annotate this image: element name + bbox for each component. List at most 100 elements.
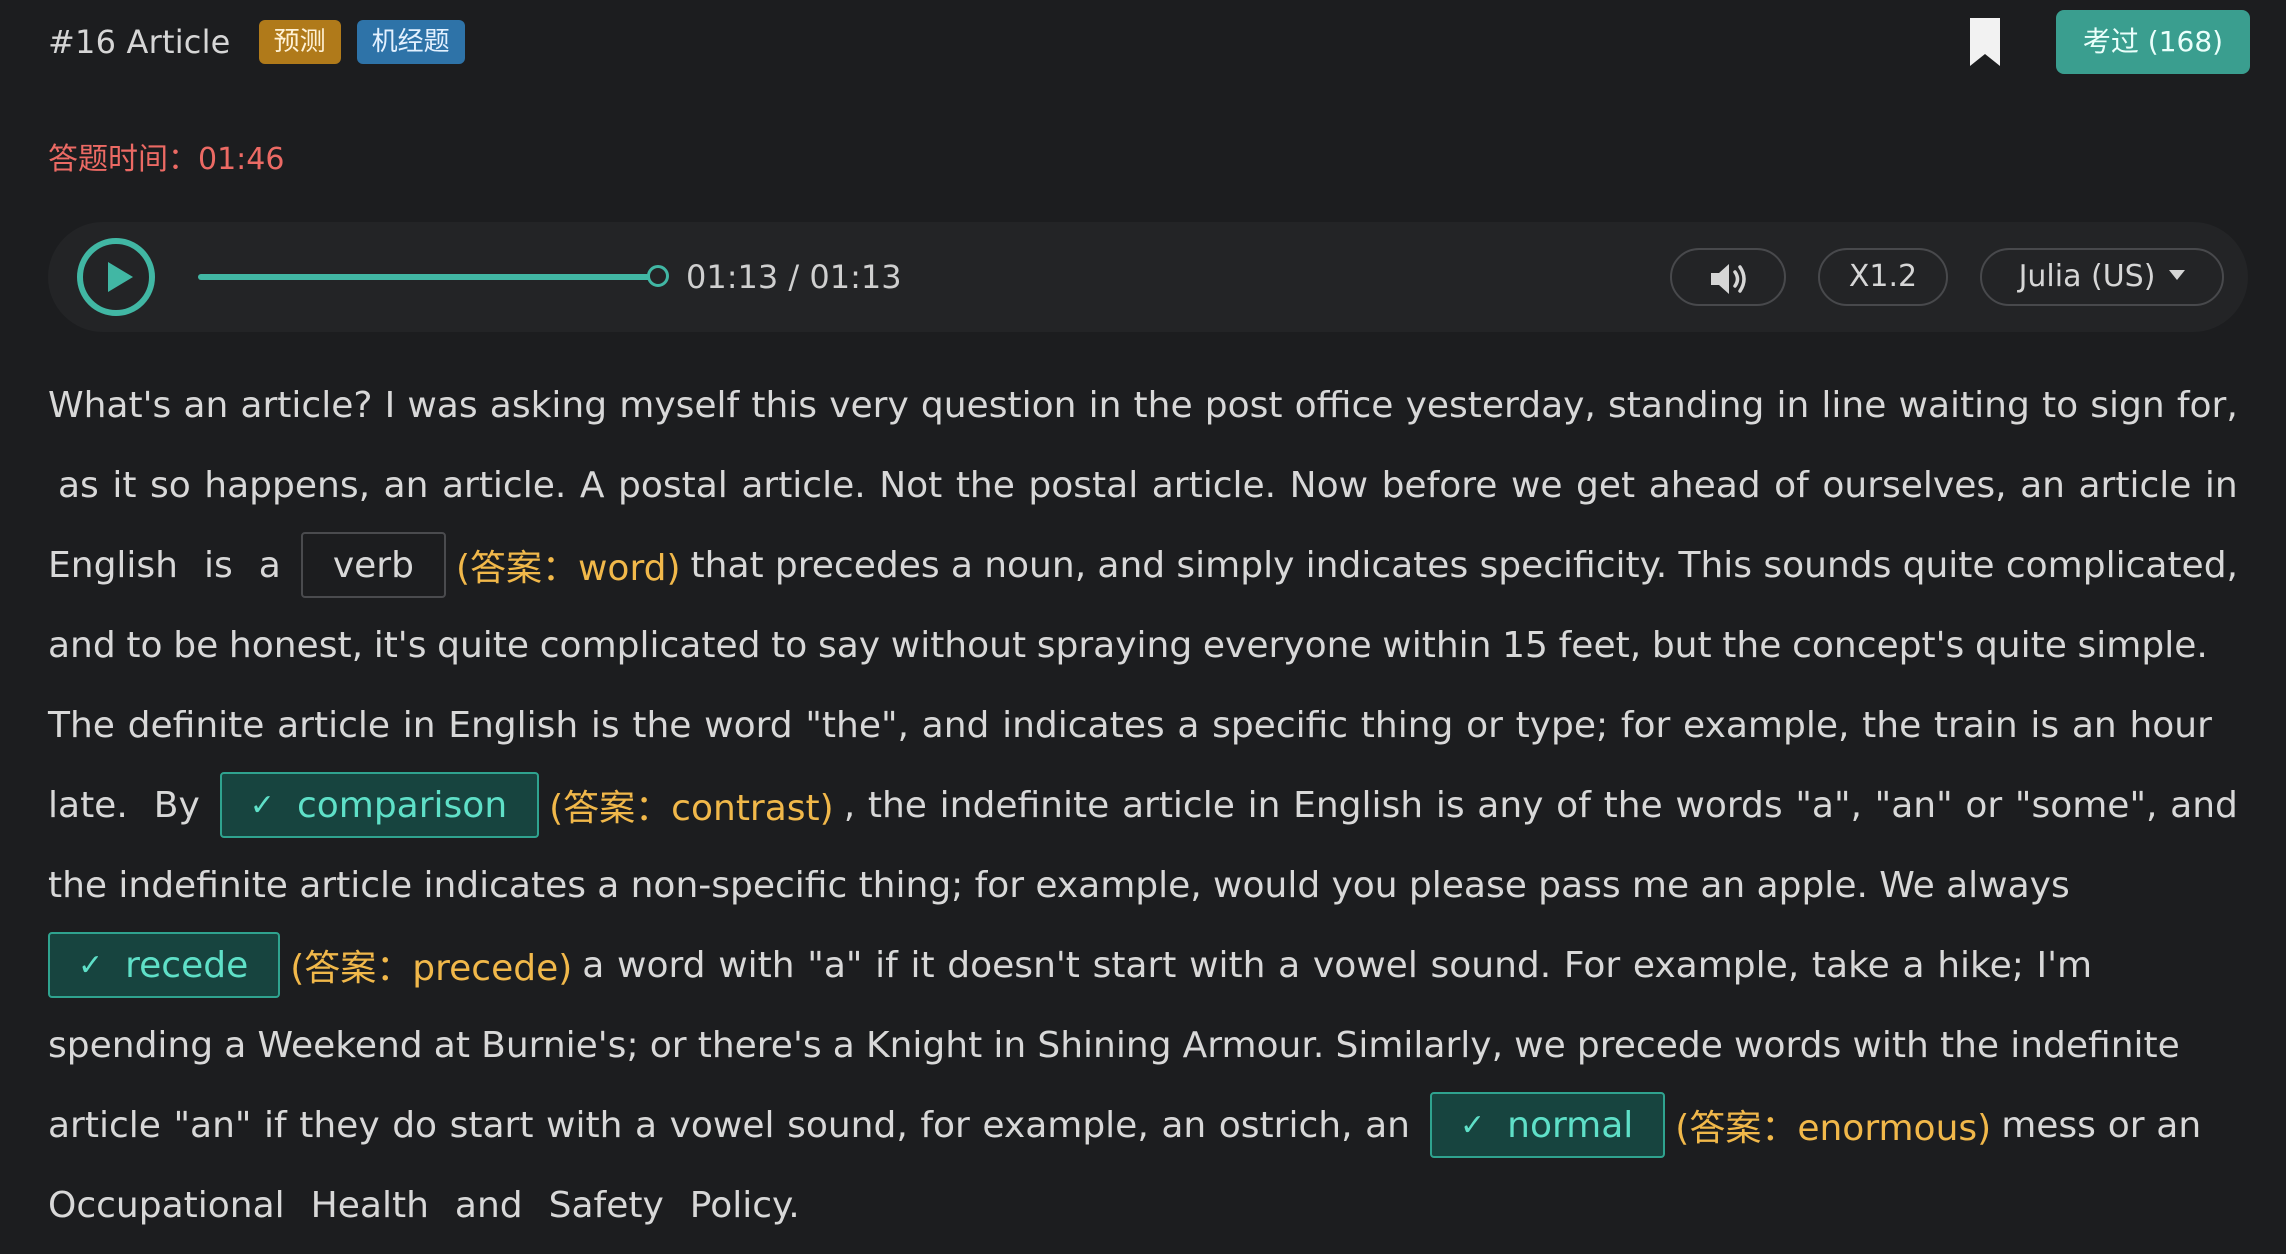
word: mess (2001, 1104, 2096, 1146)
blank-input[interactable]: verb (300, 532, 446, 598)
play-icon[interactable] (76, 237, 156, 317)
article-line: What's an article? Iwas asking myself this very… (48, 365, 2238, 445)
word: for (920, 1104, 970, 1146)
article-line: ✓ recede (答案：precede) a word with "a" if it do… (48, 925, 2238, 1005)
word: a (634, 1104, 658, 1146)
word: with (1852, 1024, 1929, 1066)
answer-timer: 答题时间：01:46 (48, 142, 285, 177)
article-line: the indefinite article indicates a non-specif… (48, 845, 2070, 925)
word: Knight (865, 1024, 983, 1066)
progress-track[interactable] (198, 274, 658, 280)
word: words (1734, 1024, 1842, 1066)
word: article (2078, 464, 2192, 506)
word: if (264, 1104, 287, 1146)
word: always (1946, 864, 2070, 906)
word: Not (879, 464, 943, 506)
word: an (183, 384, 229, 426)
word: a (1278, 944, 1301, 986)
word: article (277, 704, 391, 746)
article-line: English is a verb (答案：word) that precedes… (48, 525, 2238, 605)
word: and (921, 704, 990, 746)
word: This (1678, 544, 1753, 586)
word: asking (489, 384, 608, 426)
word: in (993, 1024, 1027, 1066)
word: thing; (858, 864, 964, 906)
word: hike; (1937, 944, 2024, 986)
blank-input[interactable]: ✓ comparison (219, 772, 540, 838)
word: and (1097, 544, 1166, 586)
word: article (299, 864, 413, 906)
volume-icon (1711, 264, 1746, 294)
bookmark-icon[interactable] (1970, 18, 2000, 66)
word: of (1774, 464, 1809, 506)
check-icon: ✓ (1460, 1107, 1486, 1143)
word: 15 (1502, 624, 1548, 666)
word: within (1382, 624, 1492, 666)
word: office (1294, 384, 1394, 426)
word: indefinite (2010, 1024, 2180, 1066)
word: vowel (669, 1104, 775, 1146)
word: is (204, 544, 233, 586)
word: simply (1176, 544, 1295, 586)
word: a (1177, 704, 1200, 746)
word: a (224, 1024, 247, 1066)
article-segment: article "an" if they do start with a vowel sound,… (48, 1105, 1410, 1146)
word: word (704, 704, 793, 746)
article-segment: that precedes a noun, and simply indicates spec… (691, 545, 2238, 586)
answer-label: (答案：precede) (290, 948, 573, 989)
word: you (1331, 864, 1398, 906)
word: non-specific (630, 864, 848, 906)
word: a (950, 544, 973, 586)
word: spraying (1036, 624, 1193, 666)
word: in (1088, 384, 1122, 426)
word: word (617, 944, 706, 986)
word: very (829, 384, 909, 426)
word: it (112, 464, 137, 506)
volume-button[interactable] (1670, 248, 1786, 306)
word: this (751, 384, 818, 426)
word: with (718, 944, 795, 986)
word: waiting (1898, 384, 2030, 426)
article-line: article "an" if they do start with a vowel sound,… (48, 1085, 2238, 1165)
word: Now (1289, 464, 1369, 506)
word: postal (1028, 464, 1139, 506)
article-body: What's an article? Iwas asking myself this very… (48, 365, 2238, 1245)
word: that (690, 544, 764, 586)
word: post (1204, 384, 1283, 426)
word: the (1862, 704, 1922, 746)
word: get (1576, 464, 1636, 506)
word: precedes (774, 544, 940, 586)
word: take (1811, 944, 1890, 986)
word: train (1933, 704, 2018, 746)
word: honest, (228, 624, 364, 666)
blank-input[interactable]: ✓ normal (1430, 1092, 1666, 1158)
word: English (448, 704, 579, 746)
word: definite (127, 704, 265, 746)
audio-player: 01:13 / 01:13 X1.2 Julia (US) (48, 222, 2248, 332)
word: By (153, 784, 200, 826)
tag-machine-question[interactable]: 机经题 (356, 20, 465, 64)
word: type; (1515, 704, 1609, 746)
word: article. (1151, 464, 1277, 506)
word: late. (48, 784, 128, 826)
taken-count-button[interactable]: 考过 (168) (2056, 10, 2250, 74)
word: article. (441, 464, 567, 506)
tag-predict: 预测 (258, 20, 341, 64)
voice-select[interactable]: Julia (US) (1980, 248, 2224, 306)
word: ahead (1648, 464, 1761, 506)
word: quite (437, 624, 530, 666)
progress-knob[interactable] (647, 265, 669, 287)
word: happens, (204, 464, 371, 506)
blank-input[interactable]: ✓ recede (48, 932, 281, 998)
word: the (1722, 624, 1782, 666)
word: sounds (1763, 544, 1892, 586)
word: me (1631, 864, 1690, 906)
word: the (1939, 1024, 2000, 1066)
word: or (1466, 704, 1503, 746)
word: English (1293, 784, 1424, 826)
word: noun, (984, 544, 1087, 586)
word: or (649, 1024, 687, 1066)
speed-button[interactable]: X1.2 (1818, 248, 1948, 306)
article-line: and to be honest, it's quite complicated to say w… (48, 605, 2208, 685)
word: A (579, 464, 605, 506)
